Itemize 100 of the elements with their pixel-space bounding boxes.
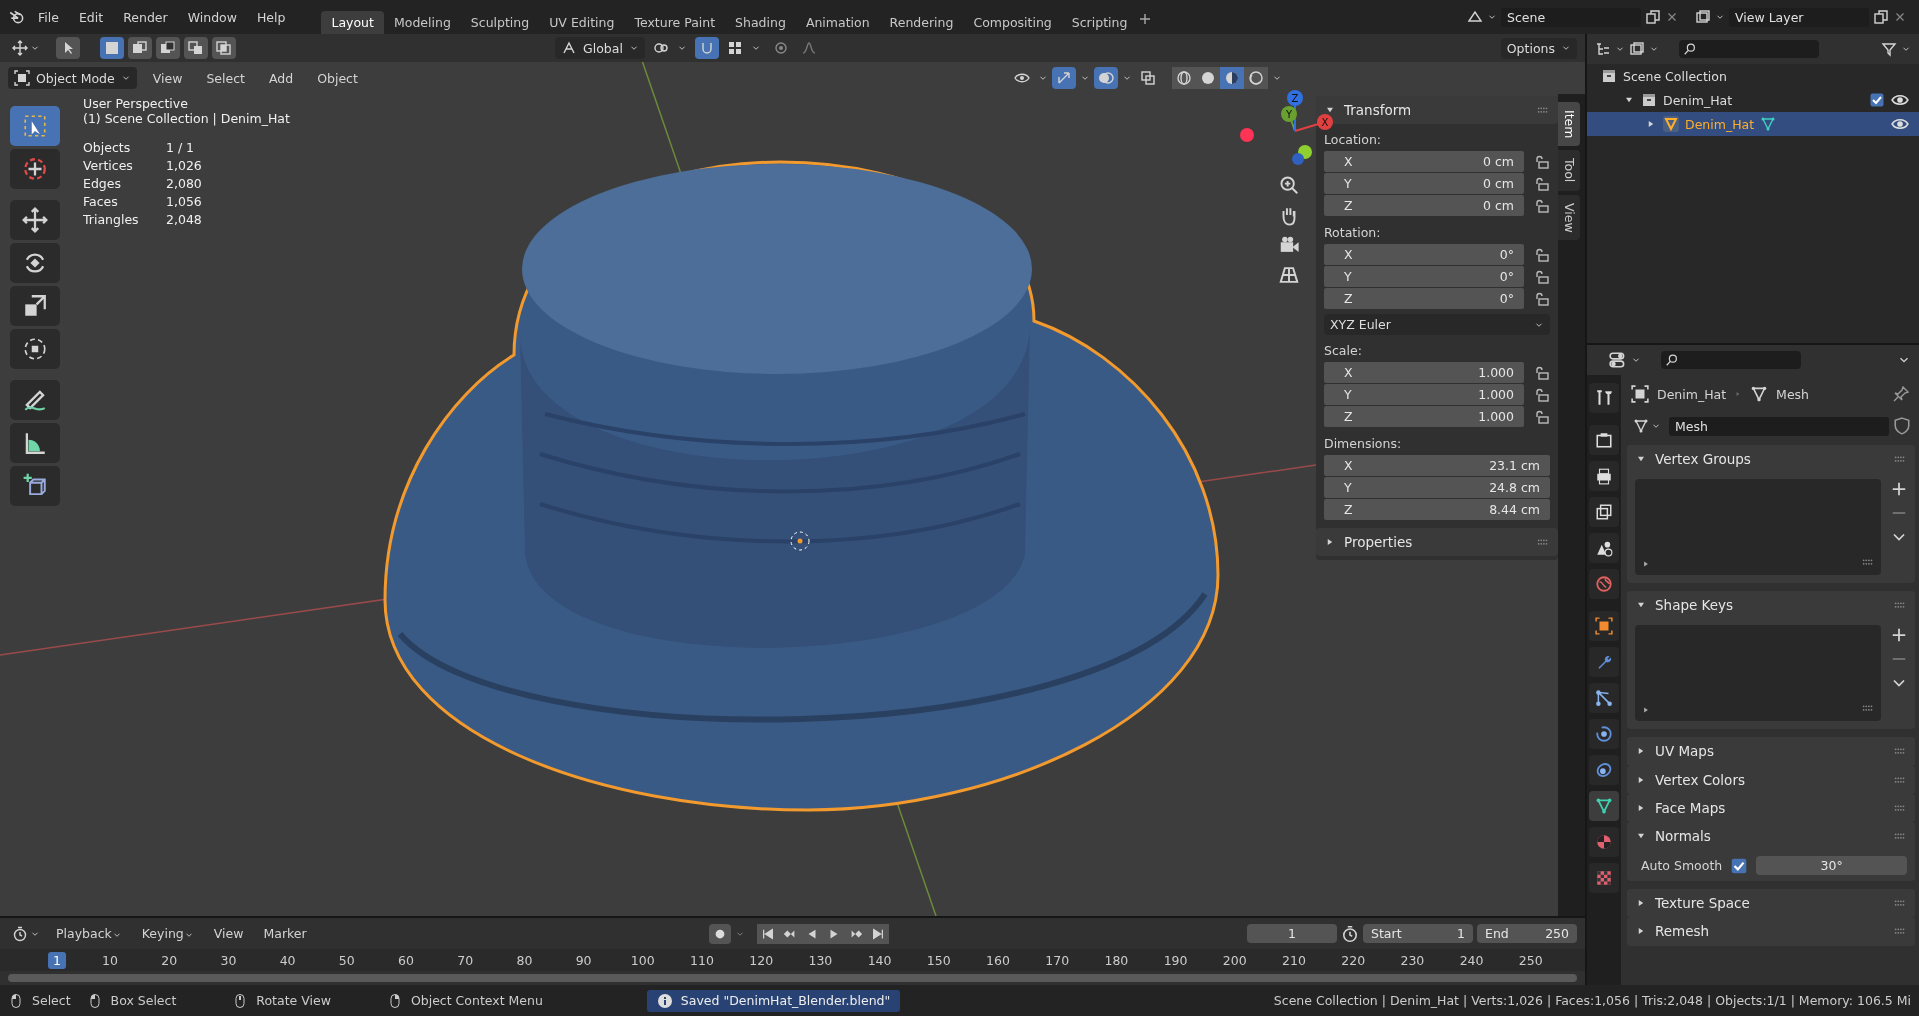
- constraints-tab[interactable]: [1589, 755, 1619, 785]
- number-field[interactable]: Y 0 cm: [1324, 173, 1524, 195]
- scrollbar[interactable]: [8, 974, 1577, 982]
- display-mode-icon[interactable]: [1629, 41, 1645, 57]
- pivot-icon[interactable]: [652, 40, 669, 56]
- scene-tab[interactable]: [1589, 533, 1619, 563]
- panel-header[interactable]: Properties: [1316, 528, 1558, 557]
- workspace-tab[interactable]: Sculpting: [460, 11, 540, 34]
- select-mode-button[interactable]: [156, 37, 180, 59]
- rotate-tool-button[interactable]: [10, 243, 60, 283]
- number-field[interactable]: X 1.000: [1324, 362, 1524, 384]
- menu-item[interactable]: Object: [309, 67, 366, 89]
- number-field[interactable]: X 23.1 cm: [1324, 455, 1550, 477]
- copy-icon[interactable]: [1645, 9, 1661, 25]
- particles-tab[interactable]: [1589, 683, 1619, 713]
- copy-icon[interactable]: [1873, 9, 1889, 25]
- snap-toggle[interactable]: [694, 37, 719, 59]
- sidebar-tab[interactable]: Tool: [1558, 150, 1580, 191]
- menu-item[interactable]: Window: [179, 6, 245, 28]
- orientation-dropdown[interactable]: Global: [555, 37, 645, 59]
- modifier-tab[interactable]: [1589, 647, 1619, 677]
- menu-item[interactable]: Select: [198, 67, 253, 89]
- world-tab[interactable]: [1589, 569, 1619, 599]
- open-lock-icon[interactable]: [1534, 290, 1550, 307]
- checkbox[interactable]: [1869, 92, 1885, 108]
- workspace-tab[interactable]: Compositing: [963, 11, 1062, 34]
- datablock-name-field[interactable]: Mesh: [1669, 416, 1889, 436]
- scene-icon[interactable]: [1467, 9, 1483, 25]
- add-cube-tool-button[interactable]: [10, 466, 60, 506]
- object-tab[interactable]: [1589, 611, 1619, 641]
- measure-tool-button[interactable]: [10, 423, 60, 463]
- menu-item[interactable]: View: [144, 67, 191, 89]
- menu-item[interactable]: Keying: [133, 923, 202, 944]
- current-frame-marker[interactable]: 1: [48, 952, 66, 969]
- menu-item[interactable]: Render: [115, 6, 176, 28]
- open-lock-icon[interactable]: [1534, 386, 1550, 403]
- select-mode-button[interactable]: [128, 37, 152, 59]
- annotate-tool-button[interactable]: [10, 380, 60, 420]
- material-shading-button[interactable]: [1220, 67, 1244, 89]
- view-layer-tab[interactable]: [1589, 497, 1619, 527]
- open-lock-icon[interactable]: [1534, 175, 1550, 192]
- open-lock-icon[interactable]: [1534, 153, 1550, 170]
- mode-dropdown[interactable]: Object Mode: [8, 67, 137, 89]
- auto-keying-toggle[interactable]: [708, 923, 731, 944]
- outliner-row[interactable]: Denim_Hat: [1587, 88, 1919, 112]
- number-field[interactable]: X 0 cm: [1324, 151, 1524, 173]
- outliner-row[interactable]: Denim_Hat: [1587, 112, 1919, 136]
- open-lock-icon[interactable]: [1534, 197, 1550, 214]
- number-field[interactable]: Y 24.8 cm: [1324, 477, 1550, 499]
- workspace-tab[interactable]: Animation: [795, 11, 880, 34]
- render-tab[interactable]: [1589, 425, 1619, 455]
- select-mode-button[interactable]: [184, 37, 208, 59]
- open-lock-icon[interactable]: [1534, 246, 1550, 263]
- snap-target-icon[interactable]: [726, 40, 743, 56]
- workspace-tab[interactable]: Rendering: [879, 11, 964, 34]
- mesh-data-icon[interactable]: [1760, 116, 1777, 132]
- open-lock-icon[interactable]: [1534, 364, 1550, 381]
- number-field[interactable]: Z 8.44 cm: [1324, 499, 1550, 521]
- end-frame-field[interactable]: End 250: [1477, 924, 1577, 943]
- texture-tab[interactable]: [1589, 863, 1619, 893]
- sidebar-tab[interactable]: View: [1558, 194, 1580, 241]
- sidebar-tab[interactable]: Item: [1558, 102, 1580, 147]
- scale-tool-button[interactable]: [10, 286, 60, 326]
- menu-item[interactable]: Add: [261, 67, 302, 89]
- checkbox[interactable]: [1730, 856, 1749, 875]
- workspace-tab[interactable]: Shading: [725, 11, 796, 34]
- solid-shading-button[interactable]: [1196, 67, 1220, 89]
- physics-tab[interactable]: [1589, 719, 1619, 749]
- menu-item[interactable]: View: [205, 923, 252, 944]
- material-tab[interactable]: [1589, 827, 1619, 857]
- blender-logo-icon[interactable]: [8, 8, 26, 26]
- fake-user-icon[interactable]: [1893, 417, 1911, 435]
- search-field[interactable]: [1661, 351, 1801, 369]
- layer-icon[interactable]: [1695, 9, 1711, 25]
- transform-tool-button[interactable]: [10, 329, 60, 369]
- wireframe-shading-button[interactable]: [1172, 67, 1196, 89]
- rotation-mode-dropdown[interactable]: XYZ Euler: [1324, 314, 1550, 336]
- scene-field[interactable]: Scene: [1501, 7, 1641, 27]
- view-layer-field[interactable]: View Layer: [1729, 7, 1869, 27]
- workspace-tab[interactable]: Scripting: [1061, 11, 1138, 34]
- workspace-tab[interactable]: Texture Paint: [624, 11, 726, 34]
- menu-item[interactable]: File: [30, 6, 67, 28]
- number-field[interactable]: X 0°: [1324, 244, 1524, 266]
- overlay-toggle[interactable]: [1094, 67, 1118, 89]
- move-tool-button[interactable]: [10, 200, 60, 240]
- start-frame-field[interactable]: Start 1: [1363, 924, 1473, 943]
- select-mode-button[interactable]: [100, 37, 124, 59]
- menu-item[interactable]: Help: [248, 6, 294, 28]
- open-lock-icon[interactable]: [1534, 268, 1550, 285]
- playback-button[interactable]: [756, 923, 779, 944]
- number-field[interactable]: Z 0°: [1324, 288, 1524, 310]
- tool-tab[interactable]: [1589, 383, 1619, 413]
- number-field[interactable]: Z 0 cm: [1324, 195, 1524, 217]
- preview-range-icon[interactable]: [1341, 924, 1359, 943]
- workspace-tab[interactable]: UV Editing: [539, 11, 625, 34]
- workspace-tab[interactable]: Layout: [321, 11, 384, 34]
- rendered-shading-button[interactable]: [1244, 67, 1268, 89]
- number-field[interactable]: Y 0°: [1324, 266, 1524, 288]
- options-dropdown[interactable]: Options: [1500, 37, 1577, 59]
- filter-icon[interactable]: [1881, 41, 1897, 57]
